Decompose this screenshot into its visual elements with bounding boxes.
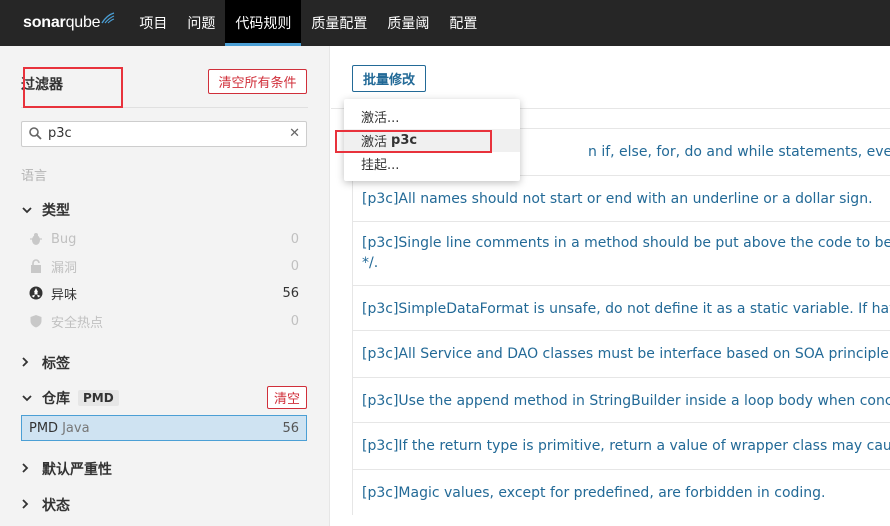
- rule-title: [p3c]Magic values, except for predefined…: [362, 485, 826, 501]
- facet-severity-label: 默认严重性: [42, 462, 112, 478]
- deactivate-menu-item[interactable]: 挂起...: [344, 152, 520, 175]
- facet-type-code-smell[interactable]: 异味 56: [29, 283, 299, 303]
- facet-item-label: 安全热点: [51, 315, 104, 331]
- chevron-right-icon: [22, 498, 36, 512]
- search-icon: [29, 127, 42, 140]
- facet-status-header[interactable]: 状态: [22, 495, 70, 515]
- rule-title: [p3c]Use the append method in StringBuil…: [362, 393, 890, 409]
- rule-title: [p3c]Single line comments in a method sh…: [362, 235, 890, 251]
- search-value: p3c: [48, 126, 72, 141]
- rule-item[interactable]: [p3c]If the return type is primitive, re…: [352, 422, 890, 469]
- clear-search-icon[interactable]: ✕: [289, 126, 300, 141]
- nav-quality-profiles[interactable]: 质量配置: [301, 0, 377, 46]
- rule-title: [p3c]If the return type is primitive, re…: [362, 438, 890, 454]
- search-input[interactable]: p3c ✕: [21, 121, 307, 147]
- facet-item-label: 漏洞: [51, 260, 78, 276]
- repository-item-pmd-java[interactable]: PMD Java 56: [21, 415, 307, 441]
- rule-title-continued: */.: [362, 255, 379, 271]
- rule-item[interactable]: [p3c]Magic values, except for predefined…: [352, 469, 890, 515]
- facet-severity-header[interactable]: 默认严重性: [22, 459, 112, 479]
- facet-type-security-hotspot[interactable]: 安全热点 0: [29, 311, 299, 331]
- rule-item[interactable]: [p3c]All Service and DAO classes must be…: [352, 330, 890, 377]
- chevron-right-icon: [22, 462, 36, 476]
- facet-type-vulnerability[interactable]: 漏洞 0: [29, 256, 299, 276]
- facet-repository-label: 仓库: [42, 391, 70, 407]
- nav-quality-gates[interactable]: 质量阈: [377, 0, 439, 46]
- facet-item-label: 异味: [51, 287, 78, 303]
- rule-item[interactable]: [p3c]Use the append method in StringBuil…: [352, 377, 890, 422]
- rule-title: n if, else, for, do and while statements…: [588, 144, 890, 160]
- facet-item-count: 56: [282, 285, 299, 301]
- facet-item-label: Bug: [51, 231, 77, 247]
- repository-name: PMD: [29, 420, 59, 436]
- repository-tag: PMD: [78, 390, 119, 406]
- facet-item-count: 0: [290, 258, 299, 274]
- chevron-down-icon: [22, 391, 36, 405]
- repository-count: 56: [282, 420, 299, 436]
- rule-title: [p3c]SimpleDataFormat is unsafe, do not …: [362, 301, 890, 317]
- chevron-right-icon: [22, 356, 36, 370]
- facet-item-count: 0: [290, 313, 299, 329]
- bug-icon: [29, 232, 43, 246]
- filters-sidebar: 过滤器 清空所有条件 p3c ✕ 语言 类型 Bug 0 漏洞 0 异味 56 …: [0, 46, 330, 526]
- facet-type-bug[interactable]: Bug 0: [29, 229, 299, 249]
- code-smell-icon: [29, 286, 43, 300]
- nav-issues[interactable]: 问题: [177, 0, 225, 46]
- rule-title: [p3c]All names should not start or end w…: [362, 191, 873, 207]
- repository-language: Java: [62, 420, 90, 436]
- facet-tags-label: 标签: [42, 356, 70, 372]
- annotation-highlight-activate: [335, 130, 492, 153]
- facet-type-label: 类型: [42, 203, 70, 219]
- top-navigation: sonar qube 项目 问题 代码规则 质量配置 质量阈 配置: [0, 0, 890, 46]
- bulk-change-button[interactable]: 批量修改: [352, 65, 426, 92]
- lock-icon: [29, 259, 43, 273]
- logo-waves-icon: [101, 12, 115, 24]
- nav-rules[interactable]: 代码规则: [225, 0, 302, 46]
- shield-icon: [29, 314, 43, 328]
- facet-item-count: 0: [290, 231, 299, 247]
- facet-tags-header[interactable]: 标签: [22, 353, 70, 373]
- clear-all-filters-button[interactable]: 清空所有条件: [208, 69, 307, 94]
- nav-administration[interactable]: 配置: [439, 0, 487, 46]
- rule-item[interactable]: [p3c]Single line comments in a method sh…: [352, 221, 890, 285]
- clear-repository-button[interactable]: 清空: [267, 386, 307, 409]
- annotation-highlight-search: [23, 67, 123, 108]
- nav-projects[interactable]: 项目: [129, 0, 177, 46]
- facet-type-header[interactable]: 类型: [22, 200, 70, 220]
- facet-repository-header[interactable]: 仓库 PMD: [22, 388, 119, 408]
- rules-list: n if, else, for, do and while statements…: [352, 128, 890, 515]
- rule-item[interactable]: [p3c]SimpleDataFormat is unsafe, do not …: [352, 285, 890, 330]
- facet-status-label: 状态: [42, 498, 70, 514]
- activate-menu-item[interactable]: 激活...: [344, 105, 520, 128]
- rule-title: [p3c]All Service and DAO classes must be…: [362, 346, 890, 362]
- facet-language[interactable]: 语言: [21, 165, 47, 184]
- chevron-down-icon: [22, 203, 36, 217]
- rule-item[interactable]: [p3c]All names should not start or end w…: [352, 175, 890, 221]
- sonarqube-logo[interactable]: sonar qube: [0, 0, 129, 46]
